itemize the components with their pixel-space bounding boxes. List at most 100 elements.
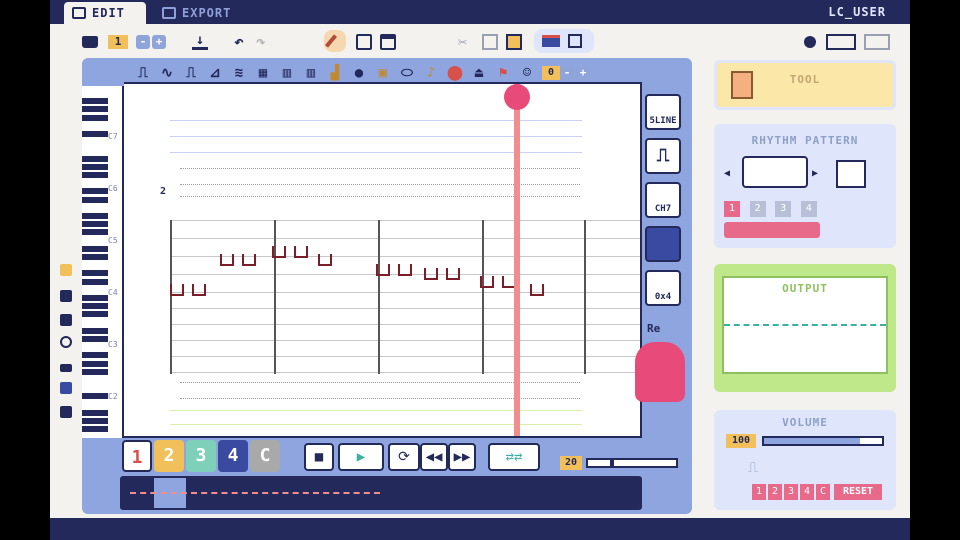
square-wave-icon[interactable]: ⎍ bbox=[134, 64, 152, 82]
checker-icon[interactable]: ▦ bbox=[254, 64, 272, 82]
rhythm-sound-buttons[interactable] bbox=[724, 222, 820, 238]
instrument-plus-button[interactable]: + bbox=[576, 66, 590, 80]
rhythm-digit-3[interactable]: 3 bbox=[775, 201, 792, 217]
stop-button[interactable]: ■ bbox=[304, 443, 334, 471]
tempo-slider-handle[interactable] bbox=[610, 460, 614, 466]
folder-icon[interactable] bbox=[82, 36, 98, 48]
tab-edit[interactable]: EDIT bbox=[64, 2, 146, 24]
piano-icon[interactable]: ▥ bbox=[302, 64, 320, 82]
bell-icon[interactable]: ● bbox=[350, 64, 368, 82]
song-timeline[interactable] bbox=[120, 476, 642, 510]
playhead[interactable] bbox=[514, 84, 520, 436]
track-3-button[interactable]: 3 bbox=[186, 440, 216, 472]
rhythm-list-button[interactable] bbox=[836, 160, 866, 188]
volume-reset-button[interactable]: RESET bbox=[834, 484, 882, 500]
piano-black-key[interactable] bbox=[82, 327, 108, 334]
bomb-icon[interactable] bbox=[804, 36, 816, 48]
note[interactable] bbox=[170, 284, 184, 296]
organ-icon[interactable]: ▣ bbox=[374, 64, 392, 82]
list-icon[interactable] bbox=[60, 290, 72, 302]
lock-icon[interactable] bbox=[60, 264, 72, 276]
piano-black-key[interactable] bbox=[82, 196, 108, 203]
grid-button[interactable]: 0x4 bbox=[645, 270, 681, 306]
page-plus-button[interactable]: + bbox=[152, 35, 166, 49]
guitar-icon[interactable]: ♪ bbox=[422, 64, 440, 82]
note[interactable] bbox=[242, 254, 256, 266]
note[interactable] bbox=[446, 268, 460, 280]
piano-black-key[interactable] bbox=[82, 352, 108, 359]
pencil-tool[interactable] bbox=[324, 30, 346, 52]
piano-black-key[interactable] bbox=[82, 163, 108, 170]
person-icon[interactable] bbox=[60, 406, 72, 418]
piano-black-key[interactable] bbox=[82, 98, 108, 105]
page-minus-button[interactable]: - bbox=[136, 35, 150, 49]
piano-black-key[interactable] bbox=[82, 409, 108, 416]
rhythm-prev-icon[interactable]: ◀ bbox=[724, 168, 730, 179]
piano-black-key[interactable] bbox=[82, 360, 108, 367]
layer-button[interactable] bbox=[645, 226, 681, 262]
track-2-button[interactable]: 2 bbox=[154, 440, 184, 472]
piano-keyboard[interactable]: C7 C6 C5 C4 C3 C2 bbox=[82, 86, 124, 438]
copy-icon[interactable] bbox=[482, 34, 498, 50]
fastforward-button[interactable]: ▶▶ bbox=[448, 443, 476, 471]
piano-black-key[interactable] bbox=[82, 418, 108, 424]
keyboard-icon[interactable]: ▥ bbox=[278, 64, 296, 82]
piano-black-key[interactable] bbox=[82, 213, 108, 219]
download-icon[interactable]: ↓ bbox=[192, 33, 208, 50]
note[interactable] bbox=[272, 246, 286, 258]
rhythm-digit-2[interactable]: 2 bbox=[749, 201, 766, 217]
note[interactable] bbox=[376, 264, 390, 276]
piano-black-key[interactable] bbox=[82, 221, 108, 228]
track-1-button[interactable]: 1 bbox=[122, 440, 152, 472]
volume-slider[interactable] bbox=[762, 436, 884, 446]
chord-button[interactable]: CH7 bbox=[645, 182, 681, 218]
note[interactable] bbox=[318, 254, 332, 266]
redo-icon[interactable]: ↷ bbox=[256, 34, 272, 50]
piano-black-key[interactable] bbox=[82, 278, 108, 285]
noise-wave-icon[interactable]: ≋ bbox=[230, 64, 248, 82]
tempo-slider[interactable] bbox=[586, 458, 678, 468]
piano-black-key[interactable] bbox=[82, 155, 108, 162]
robot-icon[interactable] bbox=[60, 382, 72, 394]
rewind-button[interactable]: ◀◀ bbox=[420, 443, 448, 471]
piano-black-key[interactable] bbox=[82, 303, 108, 310]
instrument-minus-button[interactable]: - bbox=[560, 66, 574, 80]
note[interactable] bbox=[424, 268, 438, 280]
note[interactable] bbox=[294, 246, 308, 258]
face-icon[interactable]: ☺ bbox=[518, 64, 536, 82]
track-4-button[interactable]: 4 bbox=[218, 440, 248, 472]
add-wave-button[interactable]: ⎍ bbox=[645, 138, 681, 174]
rhythm-copy-paste[interactable] bbox=[838, 222, 880, 238]
undo-icon[interactable]: ↶ bbox=[234, 34, 250, 50]
note[interactable] bbox=[480, 276, 494, 288]
piano-black-key[interactable] bbox=[82, 106, 108, 113]
piano-black-key[interactable] bbox=[82, 295, 108, 301]
staff-area[interactable]: 2 bbox=[124, 82, 642, 438]
five-line-button[interactable]: 5LINE bbox=[645, 94, 681, 130]
tab-export[interactable]: EXPORT bbox=[154, 2, 264, 24]
volume-track-1[interactable]: 1 bbox=[752, 484, 766, 500]
robot-voice-icon[interactable]: ⏏ bbox=[470, 64, 488, 82]
piano-black-key[interactable] bbox=[82, 114, 108, 121]
piano-black-key[interactable] bbox=[82, 368, 108, 375]
list-bold-icon[interactable] bbox=[60, 314, 72, 326]
piano-black-key[interactable] bbox=[82, 336, 108, 342]
note[interactable] bbox=[192, 284, 206, 296]
import-icon[interactable] bbox=[826, 34, 856, 50]
piano-black-key[interactable] bbox=[82, 393, 108, 400]
note[interactable] bbox=[530, 284, 544, 296]
volume-track-3[interactable]: 3 bbox=[784, 484, 798, 500]
piano-black-key[interactable] bbox=[82, 270, 108, 277]
play-button[interactable]: ▶ bbox=[338, 443, 384, 471]
piano-black-key[interactable] bbox=[82, 131, 108, 137]
saw-wave-icon[interactable]: ⊿ bbox=[206, 64, 224, 82]
mushroom-icon[interactable]: ⬤ bbox=[446, 64, 464, 82]
sine-wave-icon[interactable]: ∿ bbox=[158, 64, 176, 82]
stamp-tool-icon[interactable] bbox=[380, 34, 396, 50]
xylophone-icon[interactable]: ▟ bbox=[326, 64, 344, 82]
drum-icon[interactable]: ⬭ bbox=[398, 64, 416, 82]
rhythm-digit-4[interactable]: 4 bbox=[800, 201, 817, 217]
piano-black-key[interactable] bbox=[82, 311, 108, 318]
track-c-button[interactable]: C bbox=[250, 440, 280, 472]
export-file-icon[interactable] bbox=[864, 34, 890, 50]
